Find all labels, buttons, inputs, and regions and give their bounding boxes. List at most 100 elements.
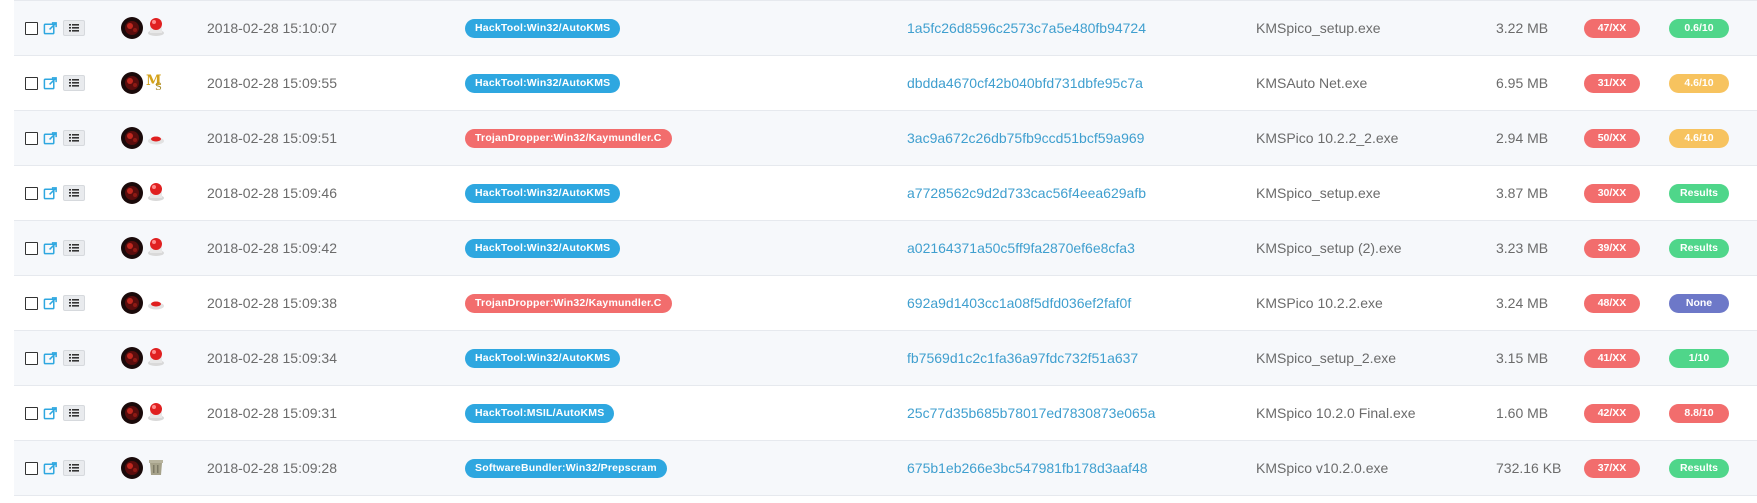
table-row: 2018-02-28 15:09:51 TrojanDropper:Win32/… <box>14 111 1757 166</box>
score-badge[interactable]: None <box>1669 293 1729 313</box>
file-hash-link[interactable]: fb7569d1c2c1fa36a97fdc732f51a637 <box>907 350 1138 366</box>
row-icons <box>120 180 166 207</box>
list-icon[interactable] <box>63 75 85 91</box>
list-icon[interactable] <box>63 460 85 476</box>
row-icons <box>120 290 166 317</box>
table-row: 2018-02-28 15:09:34 HackTool:Win32/AutoK… <box>14 331 1757 386</box>
detections-badge[interactable]: 47/XX <box>1584 18 1640 38</box>
row-checkbox[interactable] <box>25 461 38 475</box>
list-icon[interactable] <box>63 20 85 36</box>
row-actions <box>25 405 85 421</box>
external-link-icon[interactable] <box>43 406 58 421</box>
row-checkbox[interactable] <box>25 186 38 200</box>
malware-avatar-icon <box>121 182 143 204</box>
detections-badge[interactable]: 42/XX <box>1584 403 1640 423</box>
file-hash-link[interactable]: 25c77d35b685b78017ed7830873e065a <box>907 405 1155 421</box>
file-hash-link[interactable]: 692a9d1403cc1a08f5dfd036ef2faf0f <box>907 295 1131 311</box>
row-actions <box>25 350 85 366</box>
table-row: 2018-02-28 15:09:31 HackTool:MSIL/AutoKM… <box>14 386 1757 441</box>
red-button-icon <box>148 301 164 309</box>
score-badge[interactable]: Results <box>1669 238 1729 258</box>
file-size: 3.87 MB <box>1496 185 1549 201</box>
detections-badge[interactable]: 48/XX <box>1584 293 1640 313</box>
score-badge[interactable]: Results <box>1669 183 1729 203</box>
row-icons <box>120 235 166 262</box>
row-checkbox[interactable] <box>25 21 38 35</box>
file-size: 3.24 MB <box>1496 295 1549 311</box>
score-badge[interactable]: Results <box>1669 458 1729 478</box>
external-link-icon[interactable] <box>43 76 58 91</box>
file-hash-link[interactable]: a02164371a50c5ff9fa2870ef6e8cfa3 <box>907 240 1135 256</box>
external-link-icon[interactable] <box>43 21 58 36</box>
row-actions <box>25 295 85 311</box>
red-button-icon <box>148 136 164 144</box>
external-link-icon[interactable] <box>43 131 58 146</box>
list-icon[interactable] <box>63 295 85 311</box>
file-size: 6.95 MB <box>1496 75 1549 91</box>
list-icon[interactable] <box>63 405 85 421</box>
score-badge[interactable]: 1/10 <box>1669 348 1729 368</box>
external-link-icon[interactable] <box>43 186 58 201</box>
row-checkbox[interactable] <box>25 131 38 145</box>
malware-avatar-icon <box>121 402 143 424</box>
threat-label[interactable]: SoftwareBundler:Win32/Prepscram <box>465 458 667 478</box>
threat-label[interactable]: HackTool:Win32/AutoKMS <box>465 73 621 93</box>
submission-date: 2018-02-28 15:09:38 <box>207 295 337 311</box>
threat-label[interactable]: TrojanDropper:Win32/Kaymundler.C <box>465 128 672 148</box>
submission-date: 2018-02-28 15:10:07 <box>207 20 337 36</box>
malware-avatar-icon <box>121 347 143 369</box>
list-icon[interactable] <box>63 130 85 146</box>
file-hash-link[interactable]: 1a5fc26d8596c2573c7a5e480fb94724 <box>907 20 1146 36</box>
submission-date: 2018-02-28 15:09:46 <box>207 185 337 201</box>
detections-badge[interactable]: 37/XX <box>1584 458 1640 478</box>
red-button-icon <box>148 17 164 36</box>
red-button-icon <box>148 237 164 256</box>
table-row: MS 2018-02-28 15:09:55 HackTool:Win32/Au… <box>14 56 1757 111</box>
file-hash-link[interactable]: 675b1eb266e3bc547981fb178d3aaf48 <box>907 460 1148 476</box>
malware-avatar-icon <box>121 17 143 39</box>
threat-label[interactable]: HackTool:Win32/AutoKMS <box>465 348 621 368</box>
detections-badge[interactable]: 39/XX <box>1584 238 1640 258</box>
external-link-icon[interactable] <box>43 351 58 366</box>
score-badge[interactable]: 8.8/10 <box>1669 403 1729 423</box>
malware-avatar-icon <box>121 72 143 94</box>
list-icon[interactable] <box>63 240 85 256</box>
score-badge[interactable]: 4.6/10 <box>1669 73 1729 93</box>
external-link-icon[interactable] <box>43 461 58 476</box>
row-checkbox[interactable] <box>25 296 38 310</box>
row-checkbox[interactable] <box>25 406 38 420</box>
ms-logo-icon: MS <box>146 73 162 93</box>
threat-label[interactable]: TrojanDropper:Win32/Kaymundler.C <box>465 293 672 313</box>
file-size: 732.16 KB <box>1496 460 1562 476</box>
table-row: 2018-02-28 15:09:38 TrojanDropper:Win32/… <box>14 276 1757 331</box>
file-name: KMSpico_setup_2.exe <box>1256 350 1397 366</box>
threat-label[interactable]: HackTool:Win32/AutoKMS <box>465 238 621 258</box>
row-checkbox[interactable] <box>25 351 38 365</box>
threat-label[interactable]: HackTool:Win32/AutoKMS <box>465 183 621 203</box>
red-button-icon <box>148 347 164 366</box>
row-checkbox[interactable] <box>25 241 38 255</box>
list-icon[interactable] <box>63 185 85 201</box>
detections-badge[interactable]: 31/XX <box>1584 73 1640 93</box>
file-hash-link[interactable]: a7728562c9d2d733cac56f4eea629afb <box>907 185 1146 201</box>
file-hash-link[interactable]: dbdda4670cf42b040bfd731dbfe95c7a <box>907 75 1143 91</box>
malware-avatar-icon <box>121 457 143 479</box>
file-hash-link[interactable]: 3ac9a672c26db75fb9ccd51bcf59a969 <box>907 130 1144 146</box>
detections-badge[interactable]: 41/XX <box>1584 348 1640 368</box>
row-icons <box>120 15 166 42</box>
score-badge[interactable]: 0.6/10 <box>1669 18 1729 38</box>
detections-badge[interactable]: 30/XX <box>1584 183 1640 203</box>
score-badge[interactable]: 4.6/10 <box>1669 128 1729 148</box>
file-size: 3.23 MB <box>1496 240 1549 256</box>
row-checkbox[interactable] <box>25 76 38 90</box>
external-link-icon[interactable] <box>43 241 58 256</box>
detections-badge[interactable]: 50/XX <box>1584 128 1640 148</box>
threat-label[interactable]: HackTool:Win32/AutoKMS <box>465 18 621 38</box>
row-icons <box>120 125 166 152</box>
threat-label[interactable]: HackTool:MSIL/AutoKMS <box>465 403 615 423</box>
submission-date: 2018-02-28 15:09:31 <box>207 405 337 421</box>
external-link-icon[interactable] <box>43 296 58 311</box>
submission-date: 2018-02-28 15:09:42 <box>207 240 337 256</box>
list-icon[interactable] <box>63 350 85 366</box>
red-button-icon <box>148 182 164 201</box>
